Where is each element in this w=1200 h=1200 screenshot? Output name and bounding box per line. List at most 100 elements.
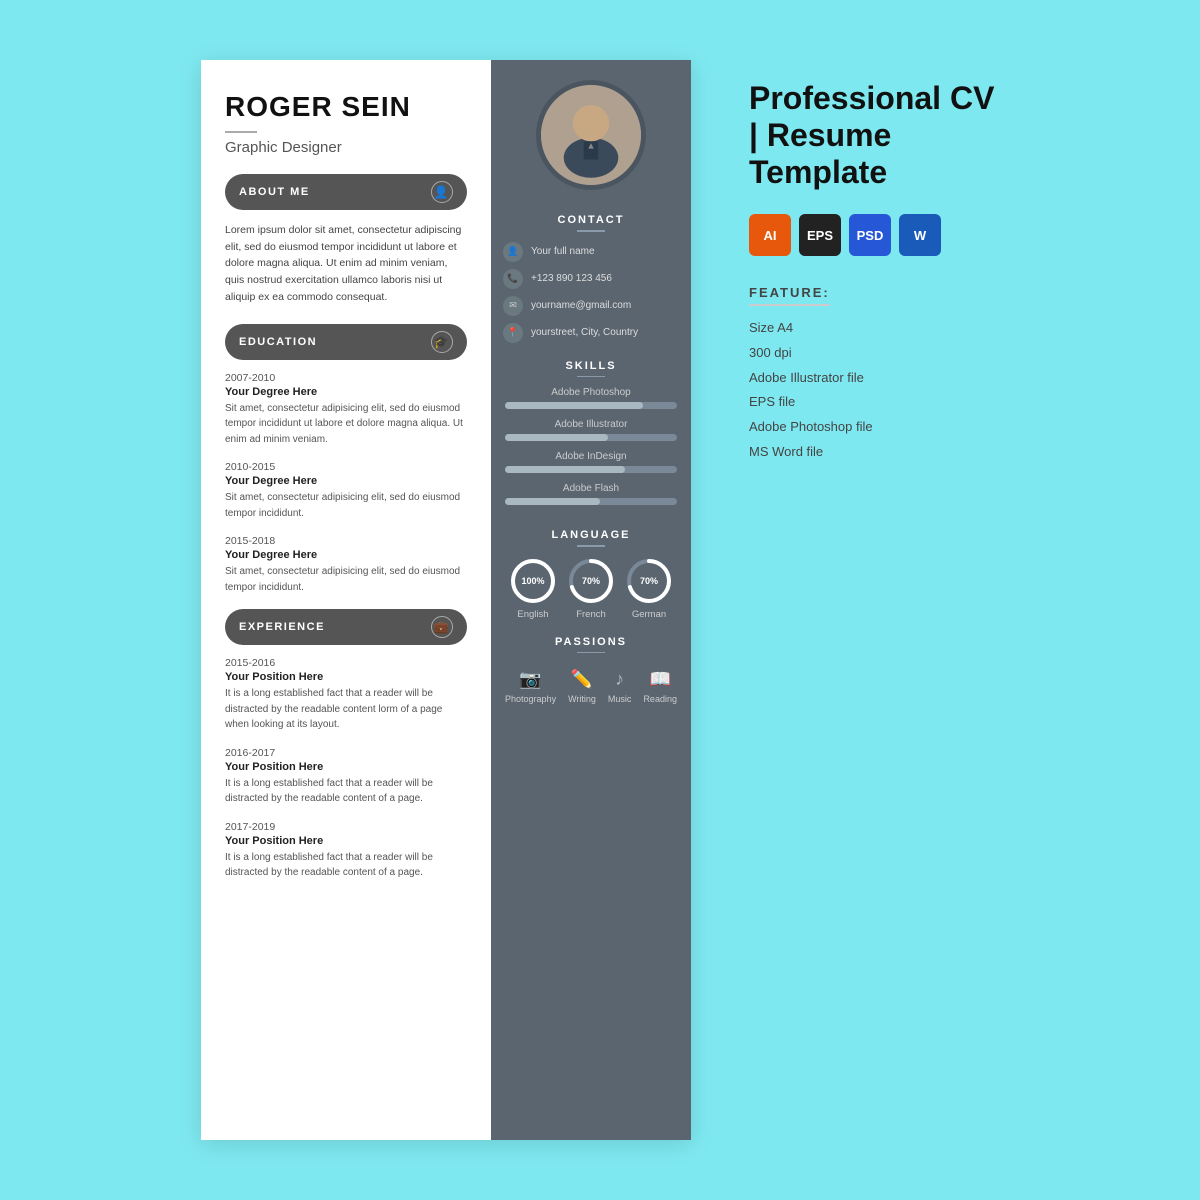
lang-percent-0: 100% (521, 576, 544, 586)
experience-section-header: EXPERIENCE 💼 (225, 609, 467, 645)
passion-icons-group: 📷 Photography ✏️ Writing ♪ Music 📖 Readi… (499, 669, 683, 704)
skill-bar-fill-1 (505, 434, 608, 441)
profile-photo (536, 80, 646, 190)
passion-item-1: ✏️ Writing (568, 669, 596, 704)
skill-bar-fill-0 (505, 402, 643, 409)
info-title: Professional CV | Resume Template (749, 80, 999, 190)
reading-icon: 📖 (649, 669, 671, 690)
skill-item-0: Adobe Photoshop (505, 387, 677, 409)
contact-phone-icon: 📞 (503, 269, 523, 289)
education-section-header: EDUCATION 🎓 (225, 324, 467, 360)
exp-position-1: Your Position Here (225, 761, 467, 773)
badge-psd: PSD (849, 214, 891, 256)
skill-bar-fill-2 (505, 466, 625, 473)
contact-section-title: CONTACT (558, 214, 625, 226)
passion-item-0: 📷 Photography (505, 669, 556, 704)
contact-phone-text: +123 890 123 456 (531, 273, 612, 284)
writing-icon: ✏️ (571, 669, 593, 690)
skill-name-2: Adobe InDesign (505, 451, 677, 462)
passion-label-3: Reading (643, 694, 677, 704)
feature-list: Size A4 300 dpi Adobe Illustrator file E… (749, 316, 999, 464)
cv-right-panel: CONTACT 👤 Your full name 📞 +123 890 123 … (491, 60, 691, 1140)
edu-year-1: 2010-2015 (225, 461, 467, 473)
profile-svg (541, 85, 641, 185)
feature-item-1: 300 dpi (749, 341, 999, 366)
music-icon: ♪ (615, 669, 624, 690)
edu-degree-2: Your Degree Here (225, 549, 467, 561)
feature-item-5: MS Word file (749, 440, 999, 465)
badge-w-label: W (914, 228, 926, 243)
skill-bar-bg-0 (505, 402, 677, 409)
edu-degree-1: Your Degree Here (225, 475, 467, 487)
education-label: EDUCATION (239, 336, 317, 348)
language-circles: 100% English 70% French (499, 557, 683, 620)
skill-bar-fill-3 (505, 498, 600, 505)
about-icon: 👤 (431, 181, 453, 203)
experience-label: EXPERIENCE (239, 621, 325, 633)
contact-name-icon: 👤 (503, 242, 523, 262)
feature-item-3: EPS file (749, 390, 999, 415)
exp-desc-2: It is a long established fact that a rea… (225, 850, 467, 881)
contact-name-text: Your full name (531, 246, 595, 257)
format-badges: AI EPS PSD W (749, 214, 999, 256)
page-wrapper: ROGER SEIN Graphic Designer ABOUT ME 👤 L… (161, 20, 1039, 1180)
exp-year-2: 2017-2019 (225, 821, 467, 833)
info-panel: Professional CV | Resume Template AI EPS… (739, 60, 999, 465)
about-text: Lorem ipsum dolor sit amet, consectetur … (225, 222, 467, 306)
contact-address-icon: 📍 (503, 323, 523, 343)
edu-item-2: 2015-2018 Your Degree Here Sit amet, con… (225, 535, 467, 595)
lang-item-0: 100% English (509, 557, 557, 620)
edu-degree-0: Your Degree Here (225, 386, 467, 398)
lang-name-2: German (632, 609, 666, 620)
cv-left-panel: ROGER SEIN Graphic Designer ABOUT ME 👤 L… (201, 60, 491, 1140)
education-list: 2007-2010 Your Degree Here Sit amet, con… (225, 372, 467, 596)
passion-label-0: Photography (505, 694, 556, 704)
skill-bar-bg-3 (505, 498, 677, 505)
language-divider (577, 545, 605, 547)
exp-item-2: 2017-2019 Your Position Here It is a lon… (225, 821, 467, 881)
cv-full-name: ROGER SEIN (225, 92, 467, 123)
contact-phone-item: 📞 +123 890 123 456 (491, 269, 691, 289)
edu-item-1: 2010-2015 Your Degree Here Sit amet, con… (225, 461, 467, 521)
skill-item-1: Adobe Illustrator (505, 419, 677, 441)
contact-email-text: yourname@gmail.com (531, 300, 631, 311)
about-section-header: ABOUT ME 👤 (225, 174, 467, 210)
profile-photo-wrapper (491, 60, 691, 204)
skill-bar-bg-2 (505, 466, 677, 473)
lang-percent-2: 70% (640, 576, 658, 586)
badge-w: W (899, 214, 941, 256)
lang-name-1: French (576, 609, 606, 620)
exp-year-0: 2015-2016 (225, 657, 467, 669)
passions-divider (577, 652, 605, 654)
feature-label: FEATURE: (749, 285, 830, 306)
edu-desc-2: Sit amet, consectetur adipisicing elit, … (225, 564, 467, 595)
skill-name-3: Adobe Flash (505, 483, 677, 494)
exp-item-0: 2015-2016 Your Position Here It is a lon… (225, 657, 467, 733)
lang-item-2: 70% German (625, 557, 673, 620)
cv-last-name: SEIN (341, 91, 410, 122)
lang-item-1: 70% French (567, 557, 615, 620)
exp-position-2: Your Position Here (225, 835, 467, 847)
exp-position-0: Your Position Here (225, 671, 467, 683)
language-section: 100% English 70% French (491, 557, 691, 626)
passion-label-2: Music (608, 694, 632, 704)
badge-eps-label: EPS (807, 228, 833, 243)
contact-email-item: ✉ yourname@gmail.com (491, 296, 691, 316)
cv-card: ROGER SEIN Graphic Designer ABOUT ME 👤 L… (201, 60, 691, 1140)
edu-desc-1: Sit amet, consectetur adipisicing elit, … (225, 490, 467, 521)
edu-year-0: 2007-2010 (225, 372, 467, 384)
lang-circle-2: 70% (625, 557, 673, 605)
skill-bar-bg-1 (505, 434, 677, 441)
lang-name-0: English (517, 609, 548, 620)
contact-name-item: 👤 Your full name (491, 242, 691, 262)
feature-item-2: Adobe Illustrator file (749, 366, 999, 391)
badge-ai: AI (749, 214, 791, 256)
experience-icon: 💼 (431, 616, 453, 638)
contact-email-icon: ✉ (503, 296, 523, 316)
experience-list: 2015-2016 Your Position Here It is a lon… (225, 657, 467, 881)
education-icon: 🎓 (431, 331, 453, 353)
cv-job-title: Graphic Designer (225, 139, 467, 156)
skills-divider (577, 376, 605, 378)
skill-name-0: Adobe Photoshop (505, 387, 677, 398)
badge-ai-label: AI (764, 228, 777, 243)
